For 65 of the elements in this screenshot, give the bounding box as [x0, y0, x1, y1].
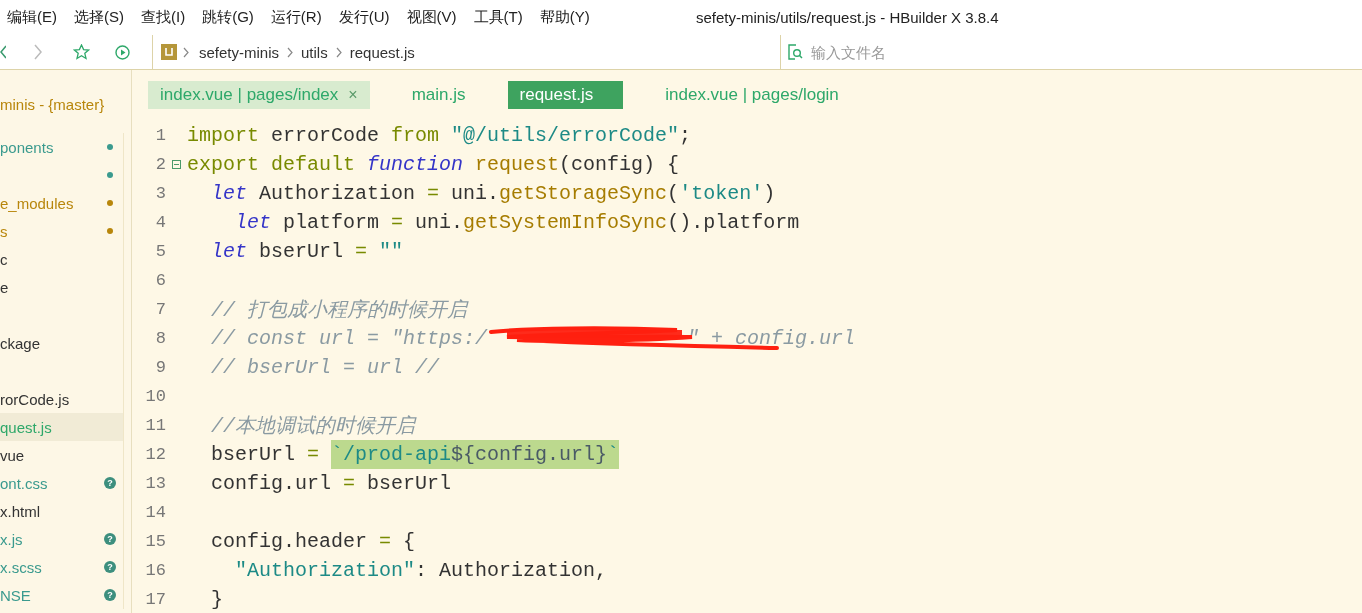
untracked-badge: ?: [104, 589, 116, 601]
code-line: // bserUrl = url //: [210, 355, 440, 381]
code-line: //本地调试的时候开启: [210, 414, 415, 440]
code-line: let platform = uni.getSystemInfoSync().platform: [234, 210, 800, 236]
code-line: let bserUrl = "": [210, 239, 404, 265]
line-number: 5: [154, 242, 166, 261]
menu-item[interactable]: 编辑(E): [7, 8, 57, 27]
search-icon: [787, 44, 803, 60]
line-number: 14: [144, 503, 166, 522]
code-line: config.url = bserUrl: [210, 471, 452, 497]
code-line: config.header = {: [210, 529, 416, 555]
back-icon[interactable]: [0, 45, 6, 59]
line-number: 7: [154, 300, 166, 319]
breadcrumb-item[interactable]: utils: [301, 43, 328, 61]
project-icon: [161, 44, 177, 60]
star-icon[interactable]: [73, 44, 90, 60]
chevron-icon: [287, 46, 294, 58]
window-title: sefety-minis/utils/request.js - HBuilder X 3.8.4: [696, 9, 999, 26]
menu-item[interactable]: 帮助(Y): [539, 8, 590, 27]
code-line: // 打包成小程序的时候开启: [210, 298, 467, 324]
line-number: 1: [154, 126, 166, 145]
line-number: 10: [144, 387, 166, 406]
untracked-badge: ?: [104, 533, 116, 545]
line-number: 9: [154, 358, 166, 377]
untracked-badge: ?: [104, 477, 116, 489]
line-number: 11: [144, 416, 166, 435]
file-name[interactable]: vue: [0, 446, 25, 464]
code-line: let Authorization = uni.getStorageSync('token'): [210, 181, 776, 207]
line-number: 17: [144, 590, 166, 609]
line-number: 13: [144, 474, 166, 493]
line-number: 4: [154, 213, 166, 232]
breadcrumb-item[interactable]: sefety-minis: [199, 43, 280, 61]
untracked-badge: ?: [104, 561, 116, 573]
chevron-icon: [335, 46, 342, 58]
menu-item[interactable]: 工具(T): [473, 8, 523, 27]
menu-item[interactable]: 发行(U): [338, 8, 390, 27]
file-name[interactable]: rorCode.js: [0, 390, 70, 408]
line-number: 2: [154, 155, 166, 174]
fold-icon[interactable]: [171, 160, 181, 169]
line-number: 8: [154, 329, 166, 348]
line-number: 6: [154, 271, 166, 290]
code-line: bserUrl = `/prod-api${config.url}`: [186, 440, 620, 469]
line-number: 12: [144, 445, 166, 464]
menu-item[interactable]: 选择(S): [74, 8, 124, 27]
run-icon[interactable]: [115, 44, 130, 60]
code-line: "Authorization": Authorization,: [234, 558, 608, 584]
file-name[interactable]: ckage: [0, 334, 41, 352]
file-name[interactable]: x.html: [0, 502, 40, 520]
code-line: import errorCode from "@/utils/errorCode";: [186, 123, 692, 149]
line-number: 3: [154, 184, 166, 203]
menu-item[interactable]: 运行(R): [270, 8, 322, 27]
code-line: // const url = "https:/ " + config.url: [186, 324, 856, 353]
menu-item[interactable]: 跳转(G): [202, 8, 254, 27]
code-line: }: [210, 587, 223, 613]
line-number: 16: [144, 561, 166, 580]
menu-item[interactable]: 查找(I): [141, 8, 186, 27]
file-name[interactable]: e: [0, 278, 9, 296]
file-name[interactable]: c: [0, 250, 8, 268]
line-number: 15: [144, 532, 166, 551]
file-search-field[interactable]: 输入文件名: [811, 43, 1111, 61]
chevron-icon: [183, 46, 189, 58]
forward-icon[interactable]: [33, 44, 43, 60]
code-line: export default function request(config) {: [186, 152, 680, 178]
menu-item[interactable]: 视图(V): [406, 8, 457, 27]
breadcrumb-item[interactable]: request.js: [349, 43, 415, 61]
